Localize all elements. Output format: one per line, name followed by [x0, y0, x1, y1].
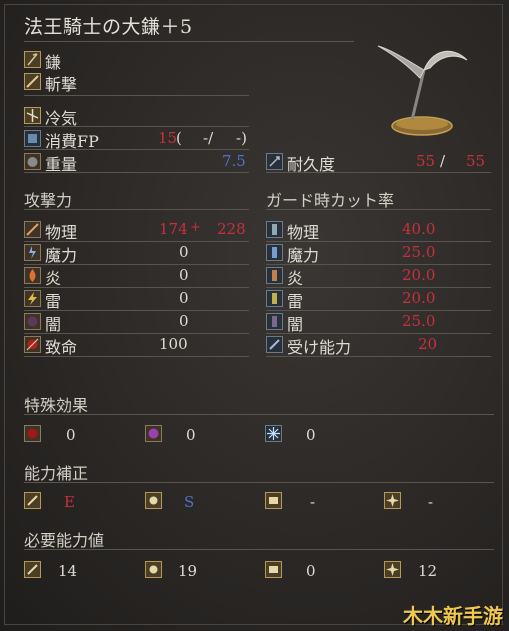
guard-value: 25.0 [402, 312, 436, 330]
special-heading: 特殊効果 [24, 396, 89, 415]
fp-min: -/ [203, 129, 214, 147]
durability-max: 55 [466, 152, 486, 170]
guard-label: 炎 [287, 269, 304, 288]
attack-plus: + [190, 220, 201, 235]
divider [24, 549, 494, 550]
attack-heading: 攻撃力 [24, 191, 73, 210]
dark-guard-icon [266, 313, 283, 330]
attack-value: 0 [179, 312, 189, 330]
magic-attack-icon [24, 244, 41, 261]
strength-requirement: 14 [58, 562, 78, 580]
guard-value: 20.0 [402, 266, 436, 284]
attack-label: 致命 [45, 338, 78, 357]
attack-value: 0 [179, 289, 189, 307]
intelligence-requirement: 0 [306, 562, 316, 580]
divider [266, 356, 491, 357]
guard-label: 魔力 [287, 246, 320, 265]
bleed-value: 0 [66, 426, 76, 444]
fire-attack-icon [24, 267, 41, 284]
slash-icon [24, 73, 41, 90]
fp-max: -) [236, 129, 247, 147]
magic-guard-icon [266, 244, 283, 261]
fire-guard-icon [266, 267, 283, 284]
guard-label: 雷 [287, 292, 304, 311]
faith-requirement: 12 [418, 562, 438, 580]
critical-icon [24, 336, 41, 353]
intelligence-icon [265, 492, 282, 509]
guard-value: 25.0 [402, 243, 436, 261]
bleed-icon [24, 425, 41, 442]
attack-label: 雷 [45, 292, 62, 311]
weapon-image [377, 45, 468, 136]
fp-value: 15 [158, 129, 178, 147]
divider [24, 95, 249, 96]
weight-icon [24, 153, 41, 170]
divider [24, 41, 354, 42]
divider [24, 414, 494, 415]
critical-value: 100 [159, 335, 188, 353]
lightning-attack-icon [24, 290, 41, 307]
stability-icon [266, 336, 283, 353]
dark-attack-icon [24, 313, 41, 330]
divider [24, 126, 249, 127]
divider [24, 149, 249, 150]
divider [266, 172, 491, 173]
faith-scaling: - [428, 493, 434, 511]
guard-value: 40.0 [402, 220, 436, 238]
divider [266, 209, 491, 210]
attack-label: 物理 [45, 223, 78, 242]
divider [24, 482, 494, 483]
strength-scaling: E [64, 493, 75, 511]
weapon-title: 法王騎士の大鎌＋5 [24, 16, 193, 38]
fp-icon [24, 130, 41, 147]
lightning-guard-icon [266, 290, 283, 307]
guard-value: 20.0 [402, 289, 436, 307]
divider [24, 209, 249, 210]
faith-icon [384, 561, 401, 578]
attack-value: 0 [179, 266, 189, 284]
durability-icon [266, 153, 283, 170]
dexterity-scaling: S [184, 493, 195, 511]
scythe-icon [24, 51, 41, 68]
physical-guard-icon [266, 221, 283, 238]
guard-label: 物理 [287, 223, 320, 242]
attack-type-label: 斬撃 [45, 75, 78, 94]
strength-icon [24, 492, 41, 509]
durability-current: 55 [416, 152, 436, 170]
faith-icon [384, 492, 401, 509]
durability-separator: / [440, 152, 446, 170]
stability-value: 20 [418, 335, 438, 353]
physical-attack-icon [24, 221, 41, 238]
dexterity-icon [145, 492, 162, 509]
frost-skill-icon [24, 107, 41, 124]
guard-label: 闇 [287, 315, 304, 334]
dexterity-icon [145, 561, 162, 578]
intelligence-scaling: - [310, 493, 316, 511]
fp-paren-open: ( [176, 129, 182, 147]
poison-icon [145, 425, 162, 442]
watermark: 木木新手游 [403, 604, 503, 628]
weight-value: 7.5 [222, 152, 246, 170]
guard-label: 受け能力 [287, 338, 352, 357]
attack-value: 0 [179, 243, 189, 261]
intelligence-icon [265, 561, 282, 578]
divider [24, 356, 249, 357]
attack-label: 魔力 [45, 246, 78, 265]
attack-label: 炎 [45, 269, 62, 288]
physical-attack-base: 174 [159, 220, 188, 238]
physical-attack-bonus: 228 [217, 220, 246, 238]
attack-label: 闇 [45, 315, 62, 334]
scaling-heading: 能力補正 [24, 464, 89, 483]
poison-value: 0 [186, 426, 196, 444]
weapon-type-label: 鎌 [45, 53, 62, 72]
frost-value: 0 [306, 426, 316, 444]
divider [24, 172, 249, 173]
dexterity-requirement: 19 [178, 562, 198, 580]
guard-heading: ガード時カット率 [266, 191, 395, 210]
strength-icon [24, 561, 41, 578]
requirements-heading: 必要能力値 [24, 531, 105, 550]
frost-icon [265, 425, 282, 442]
